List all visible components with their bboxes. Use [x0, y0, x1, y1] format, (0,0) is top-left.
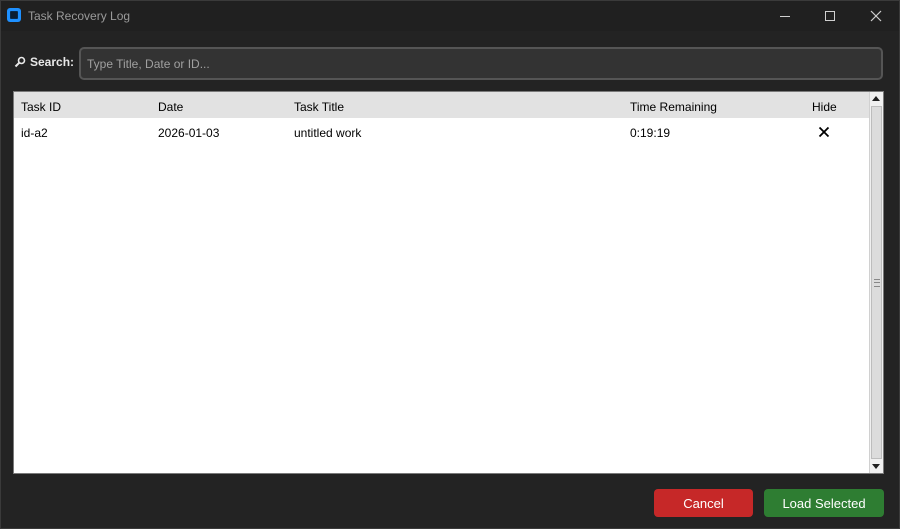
close-window-button[interactable] — [853, 1, 899, 31]
vertical-scrollbar[interactable] — [869, 92, 883, 473]
load-selected-button[interactable]: Load Selected — [764, 489, 884, 517]
maximize-button[interactable] — [807, 1, 853, 31]
close-icon — [870, 10, 882, 22]
close-x-icon[interactable] — [818, 126, 830, 138]
search-label-group: Search: — [14, 55, 74, 69]
search-input[interactable] — [79, 47, 883, 80]
task-recovery-window: Task Recovery Log Search: Task ID Date T… — [0, 0, 900, 529]
scrollbar-thumb[interactable] — [871, 106, 882, 459]
task-table[interactable]: Task ID Date Task Title Time Remaining H… — [13, 91, 884, 474]
search-label: Search: — [30, 55, 75, 69]
window-title: Task Recovery Log — [28, 9, 131, 23]
cell-time-remaining: 0:19:19 — [630, 126, 671, 140]
column-header-date[interactable]: Date — [158, 100, 183, 114]
table-row[interactable]: id-a2 2026-01-03 untitled work 0:19:19 — [14, 118, 870, 145]
table-header: Task ID Date Task Title Time Remaining H… — [14, 92, 870, 118]
title-bar[interactable]: Task Recovery Log — [1, 1, 899, 31]
search-icon — [14, 56, 26, 68]
minimize-button[interactable] — [761, 1, 807, 31]
column-header-task-title[interactable]: Task Title — [294, 100, 344, 114]
column-header-hide[interactable]: Hide — [812, 100, 837, 114]
scroll-up-icon[interactable] — [872, 96, 880, 101]
cell-task-id: id-a2 — [21, 126, 48, 140]
app-icon — [7, 8, 21, 22]
cancel-button[interactable]: Cancel — [654, 489, 753, 517]
cell-task-title: untitled work — [294, 126, 362, 140]
cell-date: 2026-01-03 — [158, 126, 220, 140]
scroll-down-icon[interactable] — [872, 464, 880, 469]
column-header-task-id[interactable]: Task ID — [21, 100, 61, 114]
column-header-time-remaining[interactable]: Time Remaining — [630, 100, 717, 114]
grip-icon — [874, 279, 880, 287]
